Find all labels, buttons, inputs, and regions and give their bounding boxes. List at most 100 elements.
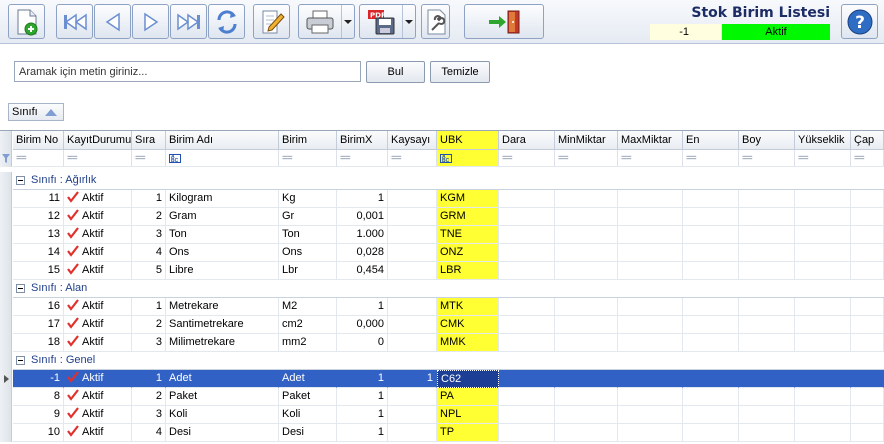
table-cell[interactable]: Paket [166,388,279,406]
table-cell[interactable]: Ons [279,244,337,262]
column-header[interactable]: Çap [851,131,884,150]
table-cell[interactable]: GRM [437,208,499,226]
table-cell[interactable] [795,262,851,280]
table-row[interactable]: 12 Aktif 2 Gram Gr 0,001 GRM [0,208,884,226]
table-cell[interactable]: Aktif [64,244,132,262]
table-cell[interactable] [795,208,851,226]
table-cell[interactable] [851,388,884,406]
table-cell[interactable] [851,262,884,280]
table-cell[interactable] [739,406,795,424]
table-cell[interactable] [555,190,618,208]
column-header[interactable]: En [683,131,739,150]
table-cell[interactable]: 10 [13,424,64,442]
table-cell[interactable] [739,208,795,226]
table-cell[interactable]: 12 [13,208,64,226]
table-cell[interactable] [388,334,437,352]
print-dropdown-arrow[interactable] [341,5,354,38]
table-cell[interactable]: Adet [166,370,279,388]
table-cell[interactable]: Aktif [64,298,132,316]
table-cell[interactable] [795,370,851,388]
table-cell[interactable] [388,208,437,226]
table-cell[interactable] [618,424,683,442]
table-cell[interactable]: 8 [13,388,64,406]
table-cell[interactable] [683,316,739,334]
table-cell[interactable] [499,370,555,388]
next-record-button[interactable] [132,4,169,39]
table-cell[interactable]: 1 [388,370,437,388]
table-cell[interactable] [795,406,851,424]
table-cell[interactable]: C62 [437,370,499,388]
table-cell[interactable] [555,208,618,226]
table-cell[interactable]: 14 [13,244,64,262]
search-input[interactable] [14,61,361,82]
table-cell[interactable]: 17 [13,316,64,334]
table-cell[interactable] [851,334,884,352]
table-cell[interactable] [388,226,437,244]
table-cell[interactable]: Desi [279,424,337,442]
table-cell[interactable]: 4 [132,244,166,262]
table-cell[interactable] [618,370,683,388]
table-cell[interactable]: Koli [166,406,279,424]
table-cell[interactable]: Ton [166,226,279,244]
table-cell[interactable]: Metrekare [166,298,279,316]
last-record-button[interactable] [170,4,207,39]
table-cell[interactable] [388,406,437,424]
table-cell[interactable] [851,298,884,316]
table-cell[interactable]: 3 [132,406,166,424]
table-cell[interactable] [555,334,618,352]
table-cell[interactable] [388,316,437,334]
table-cell[interactable] [683,424,739,442]
table-cell[interactable]: 0,001 [337,208,388,226]
filter-cell[interactable]: == [555,150,618,167]
table-cell[interactable] [739,388,795,406]
table-cell[interactable] [795,334,851,352]
clear-button[interactable]: Temizle [430,61,490,83]
table-cell[interactable]: Aktif [64,334,132,352]
table-cell[interactable]: 0,454 [337,262,388,280]
table-cell[interactable]: KGM [437,190,499,208]
table-cell[interactable] [618,208,683,226]
table-cell[interactable]: -1 [13,370,64,388]
table-row[interactable]: 10 Aktif 4 Desi Desi 1 TP [0,424,884,442]
table-cell[interactable]: 1 [132,370,166,388]
table-row[interactable]: 18 Aktif 3 Milimetrekare mm2 0 MMK [0,334,884,352]
filter-cell[interactable]: == [499,150,555,167]
filter-cell[interactable]: == [279,150,337,167]
edit-button[interactable] [253,4,290,39]
table-cell[interactable] [683,388,739,406]
table-cell[interactable] [388,262,437,280]
table-cell[interactable]: 15 [13,262,64,280]
table-cell[interactable] [499,406,555,424]
table-cell[interactable] [739,316,795,334]
group-by-chip[interactable]: Sınıfı [8,103,64,121]
table-cell[interactable] [851,208,884,226]
first-record-button[interactable] [56,4,93,39]
table-cell[interactable]: Ons [166,244,279,262]
table-cell[interactable]: MMK [437,334,499,352]
table-cell[interactable] [683,370,739,388]
column-header[interactable]: MaxMiktar [618,131,683,150]
table-cell[interactable] [851,226,884,244]
filter-cell[interactable]: A BC [437,150,499,167]
table-cell[interactable]: 1 [337,190,388,208]
table-cell[interactable] [683,334,739,352]
table-cell[interactable]: 18 [13,334,64,352]
filter-cell[interactable]: == [388,150,437,167]
print-button[interactable] [298,4,355,39]
table-cell[interactable] [555,424,618,442]
table-cell[interactable]: 2 [132,388,166,406]
table-cell[interactable] [499,424,555,442]
column-header[interactable]: Birim No [13,131,64,150]
table-cell[interactable] [683,298,739,316]
table-cell[interactable]: Aktif [64,208,132,226]
table-cell[interactable]: Aktif [64,388,132,406]
table-cell[interactable] [555,370,618,388]
table-row[interactable]: 15 Aktif 5 Libre Lbr 0,454 LBR [0,262,884,280]
table-cell[interactable]: Libre [166,262,279,280]
table-cell[interactable]: Lbr [279,262,337,280]
table-cell[interactable]: Aktif [64,262,132,280]
column-header[interactable]: Yükseklik [795,131,851,150]
filter-cell[interactable]: == [683,150,739,167]
table-cell[interactable] [618,244,683,262]
table-cell[interactable] [683,226,739,244]
